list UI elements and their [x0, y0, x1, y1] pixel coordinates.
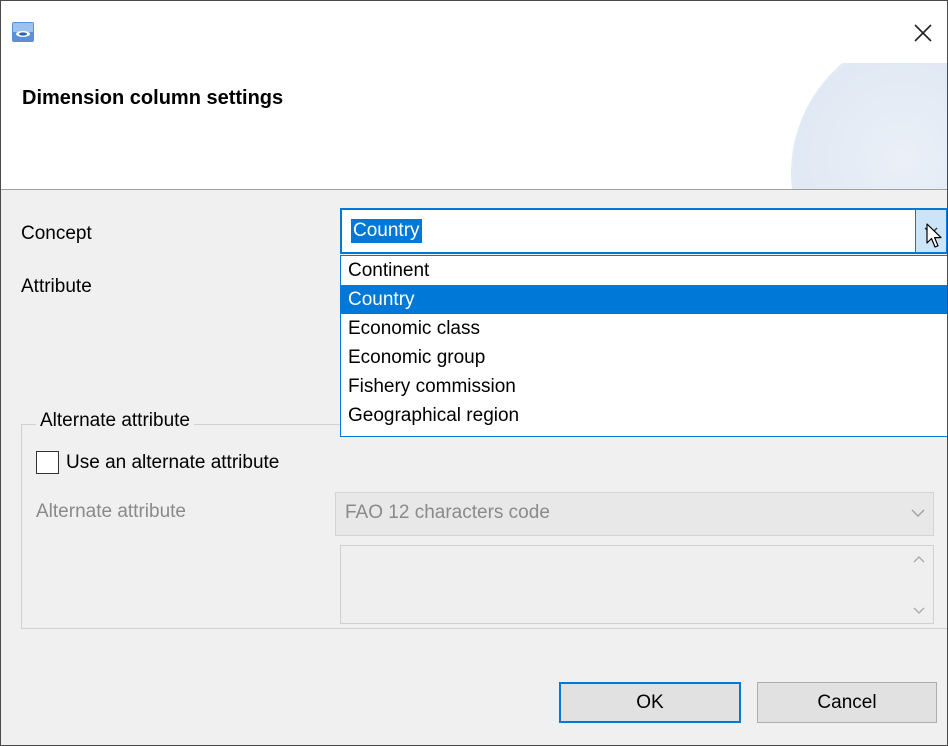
cancel-button[interactable]: Cancel: [757, 682, 937, 723]
dialog-title: Dimension column settings: [22, 87, 284, 109]
dropdown-option[interactable]: Economic class: [341, 314, 947, 343]
dialog-header: Dimension column settings: [1, 63, 947, 190]
title-bar: [1, 1, 947, 63]
alternate-attribute-value: FAO 12 characters code: [345, 502, 550, 523]
dropdown-option[interactable]: Geographical region: [341, 401, 947, 430]
concept-dropdown-list: Continent Country Economic class Economi…: [340, 255, 947, 437]
concept-label: Concept: [21, 223, 92, 244]
chevron-down-icon: [911, 505, 925, 523]
header-decoration: [791, 63, 947, 189]
dropdown-option-selected[interactable]: Country: [341, 285, 947, 314]
concept-select[interactable]: Country: [340, 208, 947, 254]
mouse-pointer-icon: [926, 223, 944, 254]
chevron-up-icon: [913, 550, 925, 568]
dialog-window: Dimension column settings Concept Attrib…: [0, 0, 948, 746]
ok-button[interactable]: OK: [559, 682, 741, 723]
use-alternate-checkbox-row[interactable]: Use an alternate attribute: [36, 451, 328, 474]
chevron-down-icon: [913, 602, 925, 620]
alternate-attribute-textarea: [340, 545, 934, 624]
group-title: Alternate attribute: [36, 410, 194, 432]
alternate-attribute-label: Alternate attribute: [36, 501, 186, 522]
textarea-scrollbar: [908, 550, 930, 620]
use-alternate-checkbox[interactable]: [36, 451, 59, 474]
dropdown-option[interactable]: Continent: [341, 256, 947, 285]
app-icon: [12, 22, 34, 42]
dropdown-option[interactable]: Fishery commission: [341, 372, 947, 401]
use-alternate-checkbox-label[interactable]: Use an alternate attribute: [66, 452, 328, 474]
close-icon[interactable]: [903, 17, 943, 49]
concept-select-value: Country: [351, 219, 422, 243]
attribute-label: Attribute: [21, 276, 92, 297]
dropdown-option[interactable]: Economic group: [341, 343, 947, 372]
alternate-attribute-select: FAO 12 characters code: [335, 492, 934, 536]
